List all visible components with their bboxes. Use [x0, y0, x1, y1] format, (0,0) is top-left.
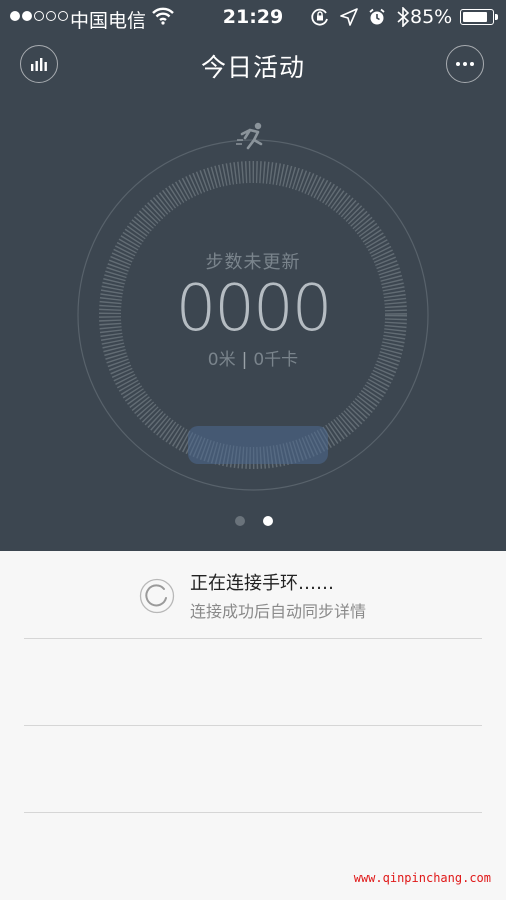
more-button[interactable] [446, 45, 484, 83]
activity-panel: 中国电信 21:29 85% 今日活动 步数未更新 0000 0米 | 0千卡 [0, 0, 506, 551]
page-indicator [235, 516, 273, 526]
page-dot[interactable] [235, 516, 245, 526]
alarm-icon [369, 8, 385, 25]
location-icon [340, 8, 358, 26]
stats-separator: | [241, 350, 248, 370]
page-dot-active[interactable] [263, 516, 273, 526]
distance-value: 0米 [207, 350, 236, 370]
connection-subtitle: 连接成功后自动同步详情 [190, 602, 367, 621]
running-icon [236, 122, 263, 150]
page-title: 今日活动 [200, 53, 305, 82]
step-count: 0000 [175, 272, 333, 346]
divider [24, 638, 482, 639]
divider [24, 812, 482, 813]
battery-icon [460, 9, 498, 25]
watermark: www.qinpinchang.com [353, 871, 491, 885]
calories-value: 0千卡 [253, 350, 299, 370]
sync-status-text: 步数未更新 [205, 252, 301, 273]
status-bar: 中国电信 21:29 85% [0, 0, 506, 34]
distance-calories: 0米 | 0千卡 [0, 345, 506, 370]
connection-title: 正在连接手环…… [190, 573, 334, 594]
rotation-lock-icon [311, 8, 328, 26]
loading-spinner-icon [139, 578, 175, 614]
divider [24, 725, 482, 726]
more-icon [456, 62, 474, 66]
battery-percent: 85% [410, 6, 453, 28]
bluetooth-icon [397, 7, 410, 27]
